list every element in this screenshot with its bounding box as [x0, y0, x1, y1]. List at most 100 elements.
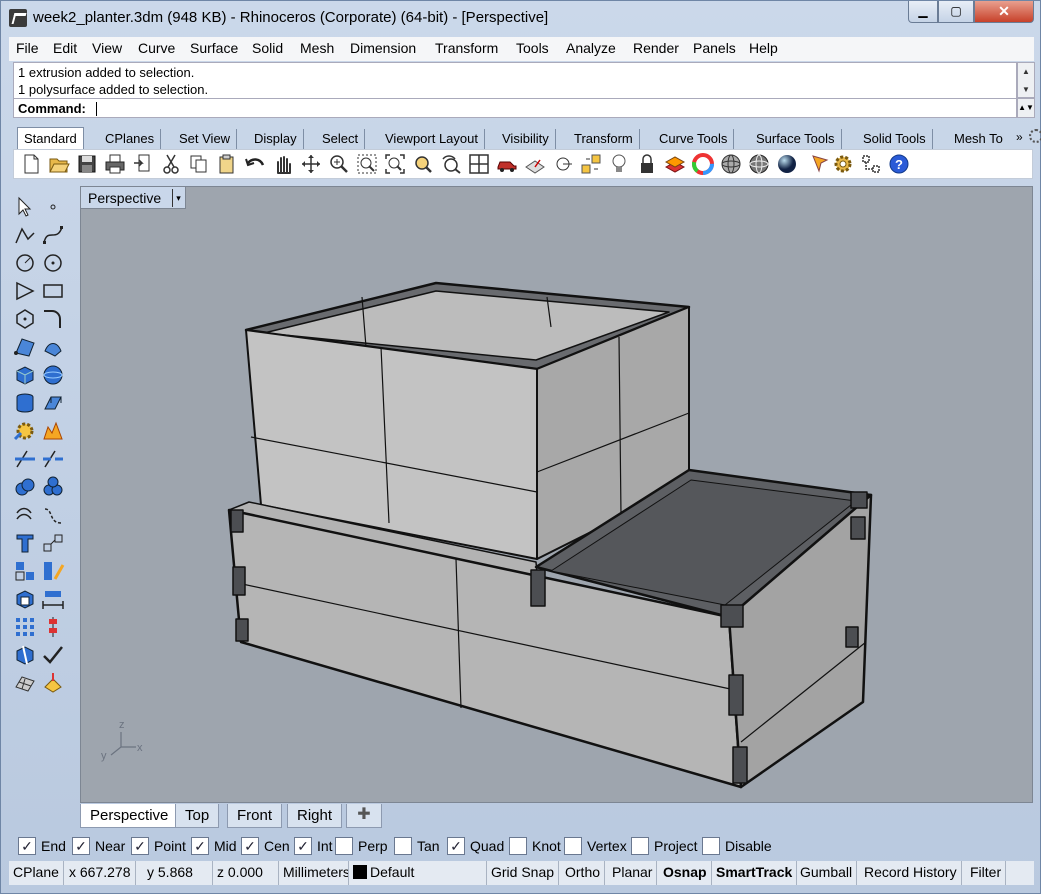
status-layer[interactable]: Default: [349, 861, 487, 885]
explode-icon[interactable]: [13, 419, 37, 443]
command-spinner[interactable]: ▲▼: [1017, 98, 1035, 118]
save-icon[interactable]: [76, 153, 98, 175]
fillet-curve-icon[interactable]: [41, 307, 65, 331]
array-icon[interactable]: [13, 615, 37, 639]
osnap-checkbox[interactable]: ✓: [294, 837, 312, 855]
paint-icon[interactable]: [41, 671, 65, 695]
status-ortho[interactable]: Ortho: [561, 861, 606, 885]
align-icon[interactable]: [41, 615, 65, 639]
osnap-checkbox[interactable]: ✓: [191, 837, 209, 855]
snap-icon[interactable]: [580, 153, 602, 175]
zoom-dynamic-icon[interactable]: [328, 153, 350, 175]
osnap-checkbox[interactable]: [394, 837, 412, 855]
menu-view[interactable]: View: [92, 40, 122, 56]
menu-help[interactable]: Help: [749, 40, 778, 56]
analyze-icon[interactable]: [13, 643, 37, 667]
box-icon[interactable]: [13, 363, 37, 387]
block-icon[interactable]: [13, 587, 37, 611]
mesh-icon[interactable]: [13, 671, 37, 695]
more-tabs-icon[interactable]: »: [1016, 130, 1023, 144]
split-icon[interactable]: [41, 447, 65, 471]
four-viewports-icon[interactable]: [468, 153, 490, 175]
tab-curve-tools[interactable]: Curve Tools: [653, 129, 735, 149]
tab-set-view[interactable]: Set View: [173, 129, 238, 149]
scroll-down-icon[interactable]: ▼: [1022, 85, 1030, 94]
osnap-checkbox[interactable]: [509, 837, 527, 855]
tab-standard[interactable]: Standard: [17, 127, 84, 149]
menu-edit[interactable]: Edit: [53, 40, 77, 56]
menu-render[interactable]: Render: [633, 40, 679, 56]
group-icon[interactable]: [13, 559, 37, 583]
scale-icon[interactable]: [41, 559, 65, 583]
vtab-right[interactable]: Right: [287, 804, 343, 828]
status-units[interactable]: Millimeters: [279, 861, 349, 885]
cut-icon[interactable]: [160, 153, 182, 175]
tab-select[interactable]: Select: [316, 129, 366, 149]
car-icon[interactable]: [496, 153, 518, 175]
tab-cplanes[interactable]: CPlanes: [99, 129, 162, 149]
vtab-front[interactable]: Front: [227, 804, 283, 828]
status-record-history[interactable]: Record History: [860, 861, 962, 885]
polyline-icon[interactable]: [13, 223, 37, 247]
scroll-up-icon[interactable]: ▲: [1022, 67, 1030, 76]
check-icon[interactable]: [41, 643, 65, 667]
dimension-icon[interactable]: [41, 587, 65, 611]
point-icon[interactable]: [41, 195, 65, 219]
osnap-checkbox[interactable]: ✓: [447, 837, 465, 855]
osnap-checkbox[interactable]: ✓: [72, 837, 90, 855]
cplane-icon[interactable]: [552, 153, 574, 175]
tab-mesh-tools[interactable]: Mesh To: [948, 129, 1014, 149]
edge-surface-icon[interactable]: [41, 335, 65, 359]
boolean-icon[interactable]: [41, 419, 65, 443]
tab-visibility[interactable]: Visibility: [496, 129, 556, 149]
zoom-selected-icon[interactable]: [412, 153, 434, 175]
menu-file[interactable]: File: [16, 40, 39, 56]
tab-display[interactable]: Display: [248, 129, 304, 149]
rendered-sphere-icon[interactable]: [776, 153, 798, 175]
layer-icon[interactable]: [664, 153, 686, 175]
circle-icon[interactable]: [13, 251, 37, 275]
perspective-viewport[interactable]: z x y Perspective ▾: [80, 186, 1033, 803]
osnap-checkbox[interactable]: ✓: [241, 837, 259, 855]
status-osnap[interactable]: Osnap: [659, 861, 712, 885]
named-cplane-icon[interactable]: [524, 153, 546, 175]
light-icon[interactable]: [608, 153, 630, 175]
menu-transform[interactable]: Transform: [435, 40, 498, 56]
curve-icon[interactable]: [41, 223, 65, 247]
status-smarttrack[interactable]: SmartTrack: [712, 861, 798, 885]
undo-icon[interactable]: [244, 153, 266, 175]
new-icon[interactable]: [20, 153, 42, 175]
maximize-button[interactable]: ▢: [938, 1, 974, 23]
boolean-union-icon[interactable]: [13, 475, 37, 499]
status-filter[interactable]: Filter: [966, 861, 1007, 885]
extrude-surface-icon[interactable]: [41, 391, 65, 415]
import-icon[interactable]: [132, 153, 154, 175]
rectangle-icon[interactable]: [41, 279, 65, 303]
title-bar[interactable]: week2_planter.3dm (948 KB) - Rhinoceros …: [1, 1, 1040, 35]
menu-dimension[interactable]: Dimension: [350, 40, 416, 56]
sphere-icon[interactable]: [41, 363, 65, 387]
surface-from-points-icon[interactable]: [13, 335, 37, 359]
status-grid-snap[interactable]: Grid Snap: [487, 861, 560, 885]
tab-settings-gear-icon[interactable]: [1029, 129, 1041, 143]
pan-icon[interactable]: [272, 153, 294, 175]
help-icon[interactable]: ?: [888, 153, 910, 175]
copy-icon[interactable]: [188, 153, 210, 175]
menu-tools[interactable]: Tools: [516, 40, 549, 56]
menu-mesh[interactable]: Mesh: [300, 40, 334, 56]
print-icon[interactable]: [104, 153, 126, 175]
tab-viewport-layout[interactable]: Viewport Layout: [379, 129, 485, 149]
command-history[interactable]: 1 extrusion added to selection. 1 polysu…: [13, 62, 1017, 98]
osnap-checkbox[interactable]: [631, 837, 649, 855]
undo-view-icon[interactable]: [440, 153, 462, 175]
tab-transform[interactable]: Transform: [568, 129, 640, 149]
model-scene[interactable]: z x y: [81, 187, 1034, 804]
lock-icon[interactable]: [636, 153, 658, 175]
history-scrollbar[interactable]: ▲ ▼: [1017, 62, 1035, 98]
zoom-extents-icon[interactable]: [384, 153, 406, 175]
rotate-view-icon[interactable]: [300, 153, 322, 175]
menu-curve[interactable]: Curve: [138, 40, 175, 56]
viewport-title[interactable]: Perspective ▾: [81, 187, 186, 209]
osnap-checkbox[interactable]: [564, 837, 582, 855]
shaded-sphere-icon[interactable]: [748, 153, 770, 175]
